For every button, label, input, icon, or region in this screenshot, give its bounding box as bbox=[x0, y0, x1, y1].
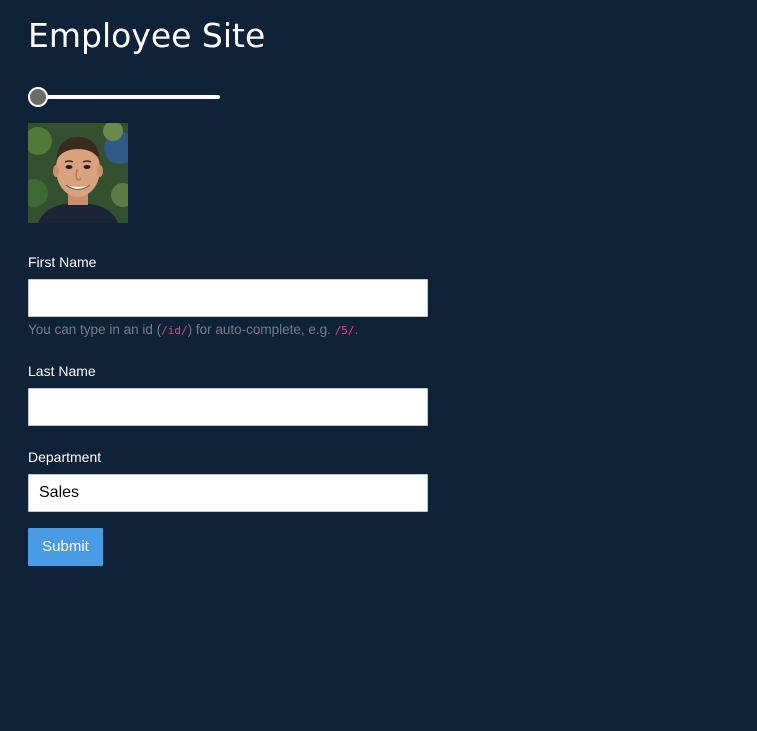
person-photo-icon bbox=[28, 123, 128, 223]
page-title: Employee Site bbox=[28, 16, 266, 55]
first-name-input[interactable] bbox=[28, 279, 428, 317]
help-suffix: . bbox=[354, 322, 359, 337]
first-name-label: First Name bbox=[28, 254, 97, 270]
slider-track[interactable] bbox=[36, 95, 220, 99]
slider-thumb[interactable] bbox=[28, 87, 48, 107]
help-middle: ) for auto-complete, e.g. bbox=[187, 322, 335, 337]
last-name-label: Last Name bbox=[28, 363, 96, 379]
help-code-id: /id/ bbox=[161, 324, 188, 337]
department-selected-value: Sales bbox=[39, 484, 80, 501]
department-select[interactable]: Sales bbox=[28, 474, 428, 512]
help-code-example: /5/ bbox=[334, 324, 355, 337]
last-name-input[interactable] bbox=[28, 388, 428, 426]
submit-button[interactable]: Submit bbox=[28, 528, 103, 566]
photo-slider[interactable] bbox=[28, 86, 220, 108]
first-name-help-text: You can type in an id (/id/) for auto-co… bbox=[28, 322, 358, 339]
department-label: Department bbox=[28, 449, 102, 465]
help-prefix: You can type in an id ( bbox=[28, 322, 162, 337]
employee-photo bbox=[28, 123, 128, 223]
